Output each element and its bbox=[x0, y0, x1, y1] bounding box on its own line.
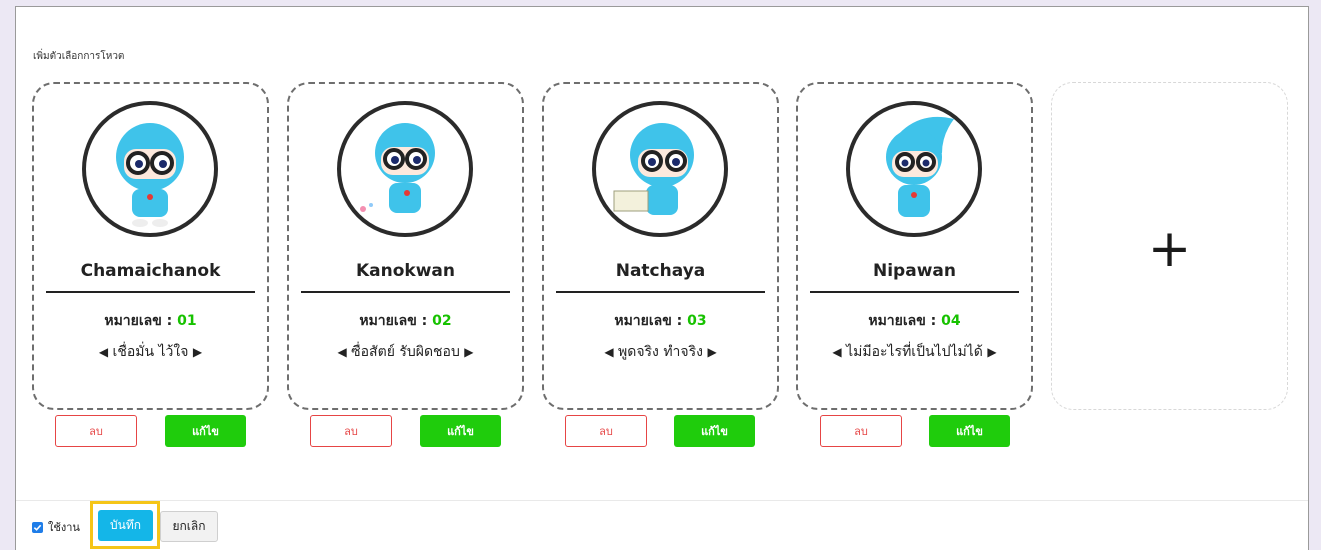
arrow-left-icon[interactable]: ◀ bbox=[99, 345, 108, 359]
candidate-slogan: พูดจริง ทำจริง bbox=[618, 344, 703, 360]
candidate-name: Kanokwan bbox=[355, 261, 455, 281]
number-label: หมายเลข : bbox=[614, 313, 688, 329]
card-divider bbox=[301, 291, 510, 293]
delete-button[interactable]: ลบ bbox=[310, 415, 392, 447]
arrow-left-icon[interactable]: ◀ bbox=[604, 345, 613, 359]
cancel-button[interactable]: ยกเลิก bbox=[160, 511, 218, 542]
candidate-card: Natchaya หมายเลข : 03 ◀ พูดจริง ทำจริง ▶ bbox=[542, 82, 779, 410]
arrow-left-icon[interactable]: ◀ bbox=[832, 345, 841, 359]
candidate-slogan-line: ◀ ไม่มีอะไรที่เป็นไปไม่ได้ ▶ bbox=[798, 341, 1031, 363]
arrow-right-icon[interactable]: ▶ bbox=[193, 345, 202, 359]
mascot-image bbox=[116, 123, 184, 227]
candidate-name: Natchaya bbox=[615, 261, 706, 281]
card-divider bbox=[46, 291, 255, 293]
candidate-avatar bbox=[82, 101, 218, 237]
edit-button[interactable]: แก้ไข bbox=[165, 415, 246, 447]
candidate-number-line: หมายเลข : 02 bbox=[289, 310, 522, 332]
save-button[interactable]: บันทึก bbox=[98, 510, 153, 541]
add-candidate-card[interactable]: + bbox=[1051, 82, 1288, 410]
candidate-number: 03 bbox=[687, 313, 707, 329]
candidate-name: Chamaichanok bbox=[80, 261, 221, 281]
card-divider bbox=[556, 291, 765, 293]
mascot-image bbox=[886, 116, 954, 217]
candidate-slogan-line: ◀ พูดจริง ทำจริง ▶ bbox=[544, 341, 777, 363]
candidate-card: Kanokwan หมายเลข : 02 ◀ ซื่อสัตย์ รับผิด… bbox=[287, 82, 524, 410]
candidate-number: 01 bbox=[177, 313, 197, 329]
mascot-image bbox=[360, 123, 435, 213]
candidate-number: 02 bbox=[432, 313, 452, 329]
arrow-right-icon[interactable]: ▶ bbox=[987, 345, 996, 359]
number-label: หมายเลข : bbox=[868, 313, 942, 329]
delete-button[interactable]: ลบ bbox=[565, 415, 647, 447]
candidate-card: Nipawan หมายเลข : 04 ◀ ไม่มีอะไรที่เป็นไ… bbox=[796, 82, 1033, 410]
candidate-slogan-line: ◀ ซื่อสัตย์ รับผิดชอบ ▶ bbox=[289, 341, 522, 363]
edit-button[interactable]: แก้ไข bbox=[929, 415, 1010, 447]
candidate-number-line: หมายเลข : 03 bbox=[544, 310, 777, 332]
mascot-image bbox=[613, 123, 694, 215]
arrow-left-icon[interactable]: ◀ bbox=[337, 345, 346, 359]
section-title: เพิ่มตัวเลือกการโหวต bbox=[33, 51, 125, 62]
delete-button[interactable]: ลบ bbox=[55, 415, 137, 447]
candidate-number-line: หมายเลข : 04 bbox=[798, 310, 1031, 332]
candidate-avatar bbox=[337, 101, 473, 237]
candidate-slogan: เชื่อมั่น ไว้ใจ bbox=[112, 344, 189, 360]
edit-button[interactable]: แก้ไข bbox=[420, 415, 501, 447]
card-divider bbox=[810, 291, 1019, 293]
candidate-number: 04 bbox=[941, 313, 961, 329]
candidate-avatar bbox=[592, 101, 728, 237]
edit-button[interactable]: แก้ไข bbox=[674, 415, 755, 447]
candidate-card: Chamaichanok หมายเลข : 01 ◀ เชื่อมั่น ไว… bbox=[32, 82, 269, 410]
vote-options-panel: เพิ่มตัวเลือกการโหวต Chamaichanok หมายเล… bbox=[15, 6, 1309, 550]
candidate-name: Nipawan bbox=[873, 261, 956, 281]
candidate-slogan: ไม่มีอะไรที่เป็นไปไม่ได้ bbox=[846, 344, 983, 360]
arrow-right-icon[interactable]: ▶ bbox=[464, 345, 473, 359]
footer-divider bbox=[16, 500, 1308, 501]
active-label: ใช้งาน bbox=[48, 521, 80, 534]
candidate-avatar bbox=[846, 101, 982, 237]
number-label: หมายเลข : bbox=[104, 313, 178, 329]
candidate-number-line: หมายเลข : 01 bbox=[34, 310, 267, 332]
check-icon bbox=[33, 524, 42, 531]
number-label: หมายเลข : bbox=[359, 313, 433, 329]
arrow-right-icon[interactable]: ▶ bbox=[707, 345, 716, 359]
delete-button[interactable]: ลบ bbox=[820, 415, 902, 447]
active-toggle[interactable]: ใช้งาน bbox=[32, 518, 80, 536]
candidate-slogan-line: ◀ เชื่อมั่น ไว้ใจ ▶ bbox=[34, 341, 267, 363]
active-checkbox[interactable] bbox=[32, 521, 43, 533]
candidate-slogan: ซื่อสัตย์ รับผิดชอบ bbox=[351, 344, 460, 360]
plus-icon: + bbox=[1147, 219, 1192, 279]
